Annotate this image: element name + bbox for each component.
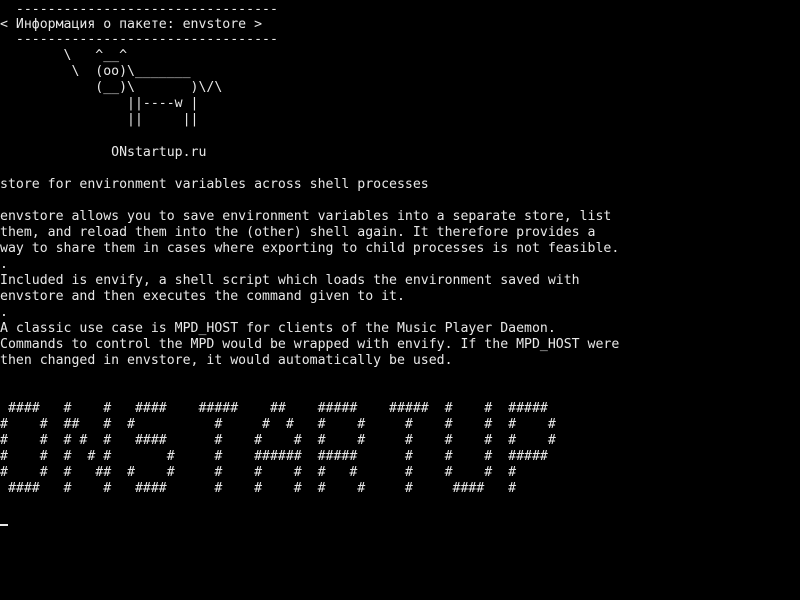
header-top-rule: ---------------------------------	[0, 2, 278, 17]
banner-line: #### # # #### ##### ## ##### ##### # # #…	[0, 401, 548, 416]
banner-line: #### # # #### # # # # # # #### #	[0, 481, 517, 496]
description-line: A classic use case is MPD_HOST for clien…	[0, 321, 556, 336]
cow-art-line: \ ^__^	[0, 48, 128, 63]
header-bottom-rule: ---------------------------------	[0, 32, 278, 47]
description-line: Included is envify, a shell script which…	[0, 273, 580, 288]
cow-art-line: (__)\ )\/\	[0, 80, 223, 95]
terminal-screen[interactable]: --------------------------------- < Инфо…	[0, 0, 800, 600]
banner-line: # # # ## # # # # # # # # # # #	[0, 465, 517, 480]
banner-line: # # # # # #### # # # # # # # # # #	[0, 433, 556, 448]
banner-line: # # ## # # # # # # # # # # # #	[0, 417, 556, 432]
description-line: then changed in envstore, it would autom…	[0, 353, 453, 368]
description-line: envstore allows you to save environment …	[0, 209, 612, 224]
package-summary: store for environment variables across s…	[0, 177, 429, 192]
description-line: them, and reload them into the (other) s…	[0, 225, 596, 240]
header-title: < Информация о пакете: envstore >	[0, 17, 263, 32]
site-name: ONstartup.ru	[0, 145, 207, 160]
description-line: .	[0, 305, 8, 320]
description-line: Commands to control the MPD would be wra…	[0, 337, 620, 352]
cow-art-line: || ||	[0, 112, 199, 127]
description-line: way to share them in cases where exporti…	[0, 241, 620, 256]
cow-art-line: \ (oo)\_______	[0, 64, 191, 79]
text-cursor	[0, 524, 8, 526]
banner-line: # # # # # # # ###### ##### # # # #####	[0, 449, 548, 464]
description-line: envstore and then executes the command g…	[0, 289, 405, 304]
cow-art-line: ||----w |	[0, 96, 199, 111]
description-line: .	[0, 257, 8, 272]
